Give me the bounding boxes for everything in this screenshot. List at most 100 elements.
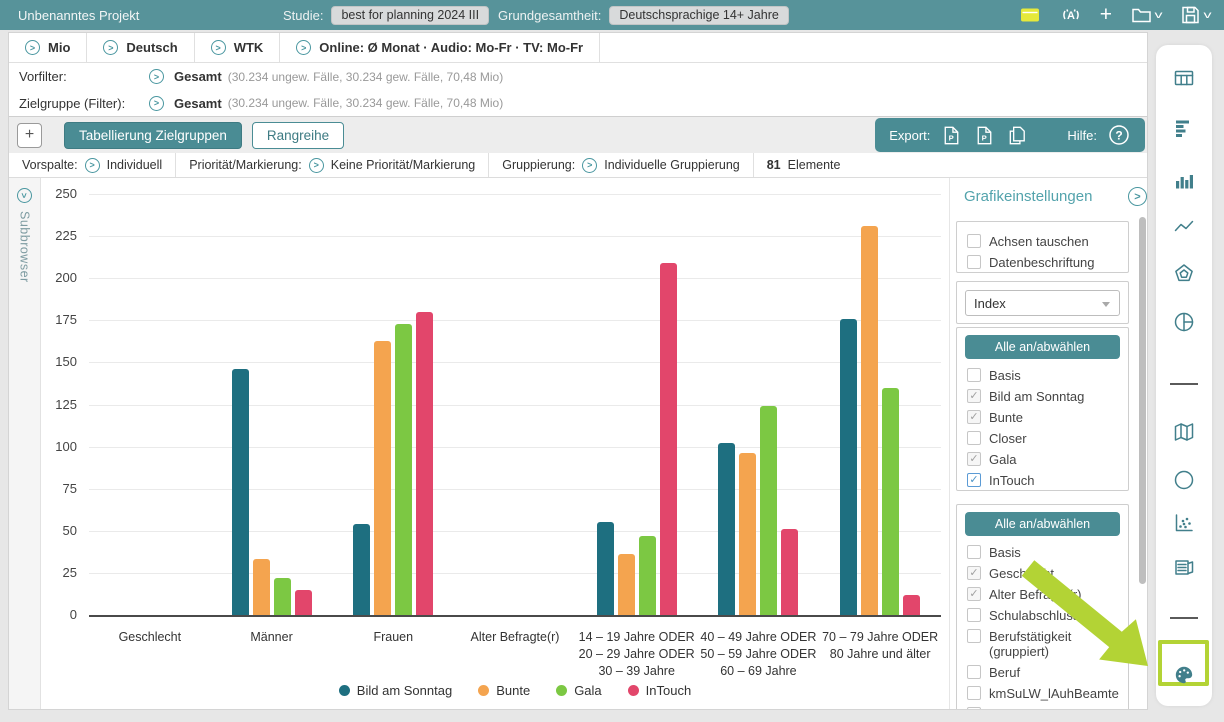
gruppierung-expand-icon[interactable] — [582, 158, 597, 173]
checkbox-label: Führe Haushalt hauptsächlich oder — [989, 707, 1120, 710]
checkbox[interactable]: ✓ — [967, 587, 981, 601]
checkbox-item-basis[interactable]: Basis — [965, 365, 1120, 386]
tabellierung-zielgruppen-button[interactable]: Tabellierung Zielgruppen — [64, 122, 242, 149]
checkbox[interactable]: ✓ — [967, 410, 981, 424]
table-icon[interactable] — [1172, 66, 1196, 90]
vorspalte-label: Vorspalte: — [22, 158, 78, 172]
tab-mio[interactable]: Mio — [9, 33, 87, 62]
checkbox-item-kmsulw-lauhbeamte[interactable]: kmSuLW_lAuhBeamte — [965, 683, 1120, 704]
gridline — [89, 531, 941, 532]
zielgruppe-expand-icon[interactable] — [149, 96, 164, 111]
checkbox[interactable]: ✓ — [967, 452, 981, 466]
bar-gala — [882, 388, 899, 615]
checkbox[interactable] — [967, 686, 981, 700]
add-view-button[interactable]: + — [17, 123, 42, 148]
gridline — [89, 320, 941, 321]
line-chart-icon[interactable] — [1172, 215, 1196, 239]
subbrowser-expand-icon[interactable] — [17, 188, 32, 203]
checkbox[interactable] — [967, 665, 981, 679]
export-ppt-icon[interactable]: P — [940, 124, 963, 147]
antenna-icon[interactable]: A — [1059, 3, 1083, 27]
checkbox[interactable] — [967, 431, 981, 445]
circle-icon[interactable] — [1172, 468, 1196, 492]
checkbox-label: Bild am Sonntag — [989, 389, 1084, 404]
tab-deutsch[interactable]: Deutsch — [87, 33, 194, 62]
target-toggle-all-button[interactable]: Alle an/abwählen — [965, 512, 1120, 536]
checkbox[interactable] — [967, 608, 981, 622]
folder-icon[interactable]: v — [1129, 3, 1161, 27]
palette-icon[interactable] — [1172, 663, 1196, 687]
export-box: Export: P P Hilfe: ? — [875, 118, 1145, 152]
checkbox-item-schulabschluss[interactable]: Schulabschluss — [965, 605, 1120, 626]
checkbox-item-basis[interactable]: Basis — [965, 542, 1120, 563]
panel-scrollbar-thumb[interactable] — [1139, 217, 1146, 584]
report-icon[interactable] — [1172, 555, 1196, 579]
rangreihe-button[interactable]: Rangreihe — [252, 122, 344, 149]
checkbox-item-achsen-tauschen[interactable]: Achsen tauschen — [965, 231, 1120, 252]
bar-group — [232, 194, 312, 615]
checkbox[interactable] — [967, 368, 981, 382]
checkbox[interactable] — [967, 255, 981, 269]
vorfilter-expand-icon[interactable] — [149, 69, 164, 84]
checkbox-item-geschlecht[interactable]: ✓ Geschlecht — [965, 563, 1120, 584]
panel-collapse-icon[interactable] — [1128, 187, 1147, 206]
window-icon[interactable] — [1018, 3, 1042, 27]
checkbox-item-datenbeschriftung[interactable]: Datenbeschriftung — [965, 252, 1120, 273]
help-icon[interactable]: ? — [1107, 123, 1131, 147]
save-icon[interactable]: v — [1178, 3, 1210, 27]
checkbox-item-closer[interactable]: Closer — [965, 428, 1120, 449]
bar-chart-icon[interactable] — [1172, 168, 1196, 192]
svg-text:P: P — [982, 133, 987, 142]
checkbox[interactable] — [967, 707, 981, 710]
export-copy-icon[interactable] — [1006, 124, 1029, 147]
vorspalte-expand-icon[interactable] — [85, 158, 100, 173]
pie-chart-icon[interactable] — [1172, 310, 1196, 334]
y-axis-tick: 150 — [37, 354, 77, 369]
checkbox-item-beruf[interactable]: Beruf — [965, 662, 1120, 683]
media-toggle-all-button[interactable]: Alle an/abwählen — [965, 335, 1120, 359]
checkbox-item-f-hre-haushalt-haupts-ch[interactable]: Führe Haushalt hauptsächlich oder — [965, 704, 1120, 710]
checkbox[interactable] — [967, 629, 981, 643]
checkbox-item-intouch[interactable]: ✓InTouch — [965, 470, 1120, 491]
checkbox[interactable]: ✓ — [967, 473, 981, 487]
chevron-down-icon: v — [1155, 10, 1163, 21]
gridline — [89, 489, 941, 490]
checkbox[interactable] — [967, 234, 981, 248]
prioritaet-expand-icon[interactable] — [309, 158, 324, 173]
bar-bunte — [374, 341, 391, 615]
checkbox[interactable]: ✓ — [967, 566, 981, 580]
chart-type-rail — [1156, 45, 1212, 706]
checkbox-item-bild-am-sonntag[interactable]: ✓ Bild am Sonntag — [965, 386, 1120, 407]
tab-online-monat-audio-m[interactable]: Online: Ø Monat · Audio: Mo-Fr · TV: Mo-… — [280, 33, 600, 62]
metric-select[interactable]: Index — [965, 290, 1120, 316]
tab-wtk[interactable]: WTK — [195, 33, 281, 62]
checkbox-label: Achsen tauschen — [989, 234, 1089, 249]
radar-chart-icon[interactable] — [1172, 261, 1196, 285]
studie-label: Studie: — [283, 8, 323, 23]
checkbox-label: Schulabschluss — [989, 608, 1079, 623]
category-label: Frauen — [326, 629, 460, 646]
scatter-plot-icon[interactable] — [1172, 511, 1196, 535]
plus-icon[interactable]: + — [1100, 5, 1112, 25]
checkbox-item-gala[interactable]: ✓Gala — [965, 449, 1120, 470]
y-axis-tick: 75 — [37, 481, 77, 496]
panel-title: Grafikeinstellungen — [964, 188, 1092, 205]
checkbox-item-bunte[interactable]: ✓Bunte — [965, 407, 1120, 428]
tab-expand-icon[interactable] — [296, 40, 311, 55]
checkbox-label: Geschlecht — [989, 566, 1054, 581]
checkbox-label: Berufstätigkeit (gruppiert) — [989, 629, 1120, 659]
bar-intouch — [660, 263, 677, 615]
bar-gala — [274, 578, 291, 615]
tab-expand-icon[interactable] — [25, 40, 40, 55]
bar-gala — [760, 406, 777, 615]
checkbox[interactable]: ✓ — [967, 389, 981, 403]
checkbox-item-alter-befragte-r-[interactable]: ✓Alter Befragte(r) — [965, 584, 1120, 605]
map-icon[interactable] — [1172, 420, 1196, 444]
checkbox[interactable] — [967, 545, 981, 559]
export-pdf-icon[interactable]: P — [973, 124, 996, 147]
toolbar: + Tabellierung Zielgruppen Rangreihe Exp… — [9, 117, 1147, 153]
checkbox-item-berufst-tigkeit-gruppier[interactable]: Berufstätigkeit (gruppiert) — [965, 626, 1120, 662]
tab-expand-icon[interactable] — [211, 40, 226, 55]
bar-horizontal-icon[interactable] — [1172, 116, 1196, 140]
tab-expand-icon[interactable] — [103, 40, 118, 55]
